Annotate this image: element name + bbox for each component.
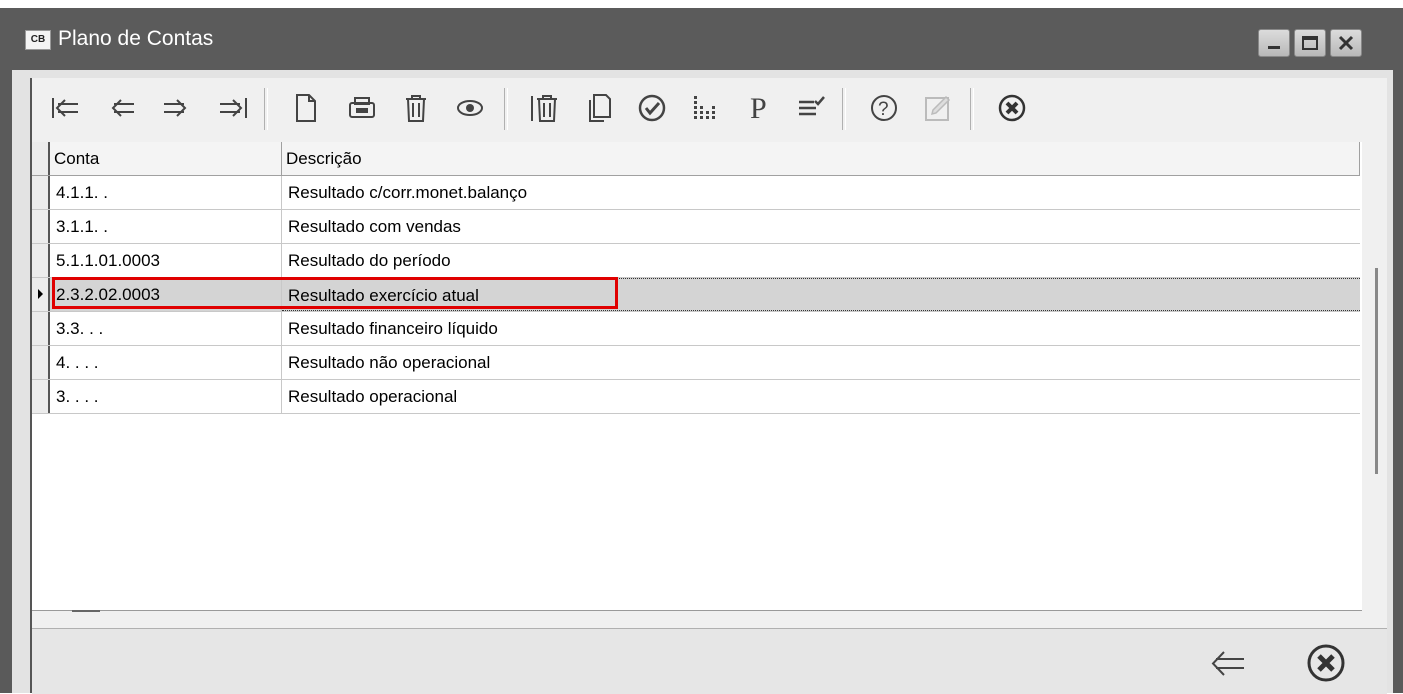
- last-arrow-icon: [220, 98, 247, 118]
- table-row[interactable]: 3.1.1. . Resultado com vendas: [32, 210, 1360, 244]
- vertical-scrollbar[interactable]: [1375, 268, 1378, 474]
- x-circle-icon: [1307, 644, 1345, 682]
- title-bar[interactable]: CB Plano de Contas: [0, 8, 1403, 70]
- cell-conta[interactable]: 3. . . .: [50, 380, 282, 413]
- help-button[interactable]: ?: [866, 90, 902, 126]
- cell-conta[interactable]: 4. . . .: [50, 346, 282, 379]
- column-header-conta[interactable]: Conta: [50, 142, 282, 175]
- cell-conta[interactable]: 2.3.2.02.0003: [50, 278, 282, 311]
- p-letter-text: P: [750, 92, 767, 125]
- first-record-button[interactable]: [48, 90, 84, 126]
- cell-descricao[interactable]: Resultado exercício atual: [282, 278, 1360, 311]
- first-arrow-icon: [52, 98, 78, 118]
- eye-icon: [457, 100, 483, 116]
- close-form-button[interactable]: [994, 90, 1030, 126]
- cell-conta[interactable]: 3.3. . .: [50, 312, 282, 345]
- view-record-button[interactable]: [452, 90, 488, 126]
- row-indicator: [32, 210, 50, 243]
- table-row-selected[interactable]: 2.3.2.02.0003 Resultado exercício atual: [32, 278, 1360, 312]
- row-indicator: [32, 380, 50, 413]
- grid-footer-marker: [72, 610, 100, 612]
- table-row[interactable]: 3.3. . . Resultado financeiro líquido: [32, 312, 1360, 346]
- table-row[interactable]: 4. . . . Resultado não operacional: [32, 346, 1360, 380]
- list-check-icon: [799, 96, 825, 116]
- edit-button[interactable]: [920, 90, 956, 126]
- left-arrow-icon: [111, 99, 134, 117]
- table-row[interactable]: 5.1.1.01.0003 Resultado do período: [32, 244, 1360, 278]
- print-record-button[interactable]: [344, 90, 380, 126]
- checkmark-circle-icon: [638, 94, 666, 122]
- close-icon: [1338, 35, 1354, 51]
- row-indicator: [32, 346, 50, 379]
- maximize-icon: [1302, 36, 1318, 50]
- help-symbol: ?: [878, 99, 889, 120]
- cell-conta[interactable]: 4.1.1. .: [50, 176, 282, 209]
- letter-p-icon: P: [750, 92, 767, 125]
- row-indicator-current: [32, 278, 50, 311]
- application-window: CB Plano de Contas P ? Conta Descrição 4…: [0, 8, 1403, 694]
- cell-descricao[interactable]: Resultado c/corr.monet.balanço: [282, 176, 1360, 209]
- current-row-arrow-icon: [38, 289, 43, 299]
- minimize-icon: [1268, 46, 1280, 49]
- toolbar: P ?: [32, 78, 1387, 142]
- confirm-button[interactable]: [634, 90, 670, 126]
- accounts-grid: Conta Descrição 4.1.1. . Resultado c/cor…: [32, 142, 1362, 611]
- row-indicator: [32, 176, 50, 209]
- row-indicator: [32, 244, 50, 277]
- filter-options-button[interactable]: [794, 90, 830, 126]
- toolbar-separator: [842, 88, 846, 130]
- table-row[interactable]: 3. . . . Resultado operacional: [32, 380, 1360, 414]
- previous-record-button[interactable]: [104, 90, 140, 126]
- new-document-icon: [296, 94, 316, 122]
- trash-bars-icon: [531, 95, 557, 122]
- question-circle-icon: ?: [871, 95, 897, 121]
- table-row[interactable]: 4.1.1. . Resultado c/corr.monet.balanço: [32, 176, 1360, 210]
- parameters-button[interactable]: P: [742, 90, 778, 126]
- toolbar-separator: [504, 88, 508, 130]
- new-record-button[interactable]: [288, 90, 324, 126]
- window-client-area: P ? Conta Descrição 4.1.1. . Resultado c…: [12, 70, 1393, 694]
- cell-descricao[interactable]: Resultado operacional: [282, 380, 1360, 413]
- delete-record-button[interactable]: [398, 90, 434, 126]
- cell-descricao[interactable]: Resultado financeiro líquido: [282, 312, 1360, 345]
- column-header-descricao[interactable]: Descrição: [282, 142, 1360, 175]
- delete-all-button[interactable]: [528, 90, 564, 126]
- cell-conta[interactable]: 3.1.1. .: [50, 210, 282, 243]
- edit-icon: [925, 95, 951, 121]
- copy-record-button[interactable]: [582, 90, 618, 126]
- back-arrow-icon: [1211, 651, 1244, 676]
- printer-icon: [349, 97, 375, 118]
- chart-button[interactable]: [688, 90, 724, 126]
- right-arrow-icon: [164, 99, 187, 117]
- maximize-button[interactable]: [1294, 29, 1326, 57]
- last-record-button[interactable]: [216, 90, 252, 126]
- cell-conta[interactable]: 5.1.1.01.0003: [50, 244, 282, 277]
- grid-header: Conta Descrição: [32, 142, 1360, 176]
- header-indicator-cell: [32, 142, 50, 175]
- trash-icon: [406, 95, 426, 122]
- close-window-button[interactable]: [1330, 29, 1362, 57]
- dotted-chart-icon: [694, 96, 715, 119]
- cancel-button[interactable]: [1304, 641, 1348, 685]
- copy-icon: [589, 94, 611, 122]
- app-icon: CB: [25, 30, 51, 50]
- cell-descricao[interactable]: Resultado com vendas: [282, 210, 1360, 243]
- minimize-button[interactable]: [1258, 29, 1290, 57]
- window-title: Plano de Contas: [58, 27, 214, 50]
- toolbar-separator: [970, 88, 974, 130]
- cell-descricao[interactable]: Resultado do período: [282, 244, 1360, 277]
- back-button[interactable]: [1202, 641, 1246, 685]
- next-record-button[interactable]: [160, 90, 196, 126]
- toolbar-separator: [264, 88, 268, 130]
- cell-descricao[interactable]: Resultado não operacional: [282, 346, 1360, 379]
- bottom-action-bar: [32, 628, 1387, 694]
- form-frame: P ? Conta Descrição 4.1.1. . Resultado c…: [30, 78, 1387, 694]
- row-indicator: [32, 312, 50, 345]
- x-circle-icon: [998, 94, 1026, 122]
